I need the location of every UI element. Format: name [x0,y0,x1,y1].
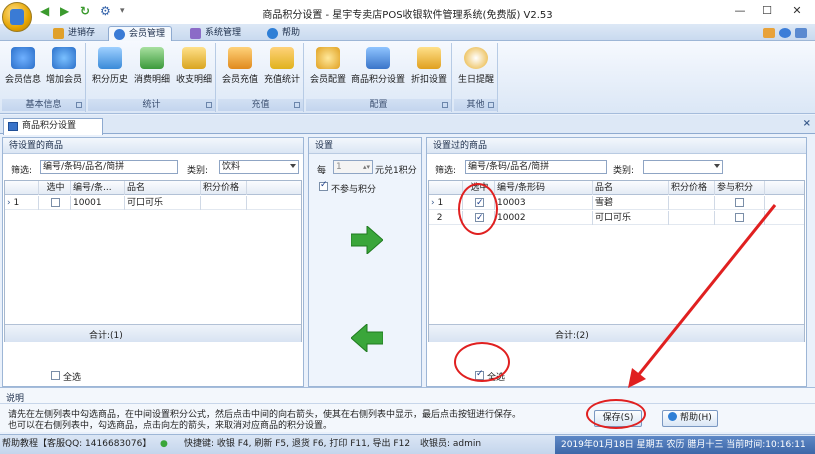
app-menu-icon[interactable] [2,2,32,32]
annotation-arrow-icon [628,204,777,388]
